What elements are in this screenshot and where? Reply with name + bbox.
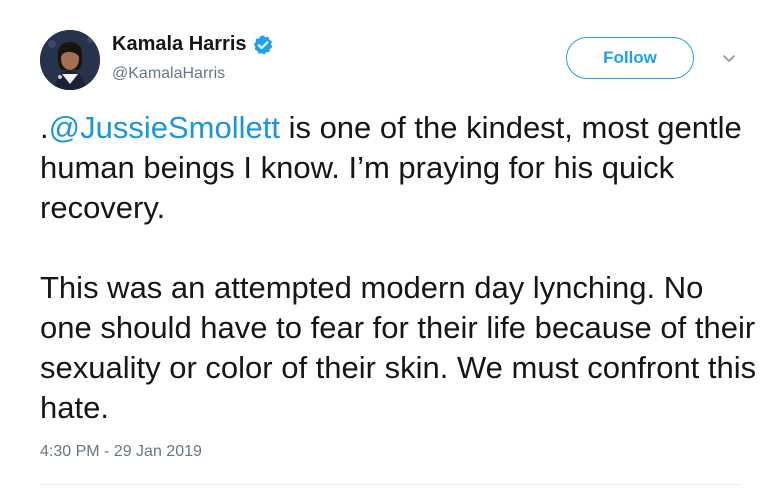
- verified-badge-icon: [252, 34, 274, 56]
- author-name-row[interactable]: Kamala Harris: [112, 33, 274, 56]
- divider: [40, 484, 742, 485]
- profile-photo-icon: [40, 30, 100, 90]
- display-name[interactable]: Kamala Harris: [112, 33, 247, 56]
- follow-button[interactable]: Follow: [566, 37, 694, 79]
- tweet-text: .@JussieSmollett is one of the kindest, …: [40, 108, 760, 428]
- avatar[interactable]: [40, 30, 100, 90]
- tweet-paragraph-2: This was an attempted modern day lynchin…: [40, 270, 765, 425]
- tweet-prefix: .: [40, 110, 49, 145]
- chevron-down-icon[interactable]: [720, 52, 738, 66]
- author-handle[interactable]: @KamalaHarris: [112, 65, 225, 83]
- tweet-timestamp[interactable]: 4:30 PM - 29 Jan 2019: [40, 443, 202, 461]
- mention-link[interactable]: @JussieSmollett: [49, 110, 280, 145]
